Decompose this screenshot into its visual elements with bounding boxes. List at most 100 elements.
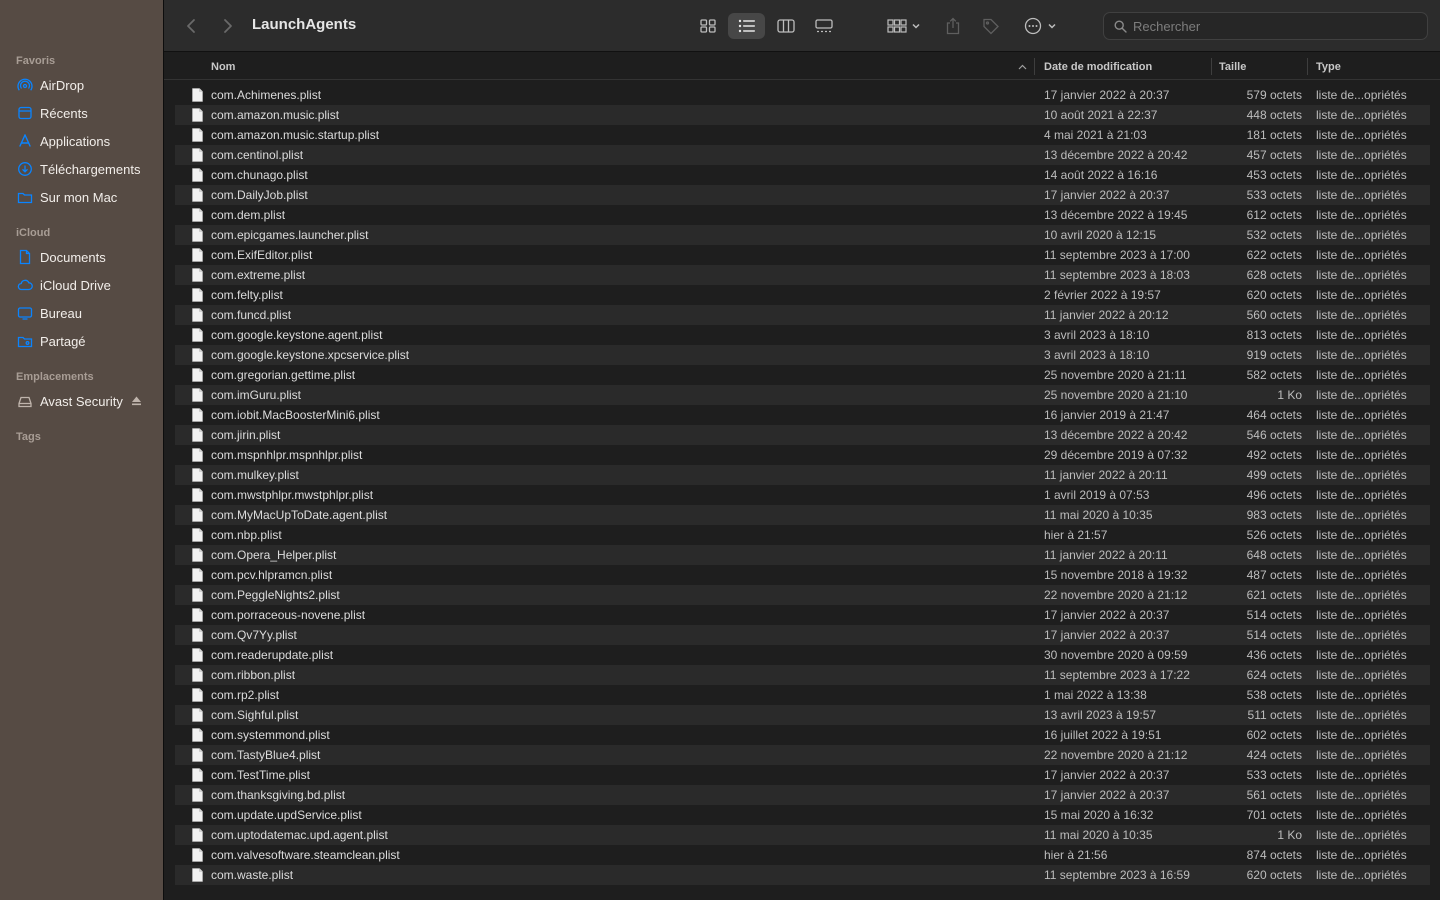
sidebar-item-bureau[interactable]: Bureau bbox=[16, 302, 156, 324]
back-button[interactable] bbox=[181, 13, 201, 39]
file-date: 11 septembre 2023 à 16:59 bbox=[1044, 868, 1190, 882]
forward-button[interactable] bbox=[218, 13, 238, 39]
file-type: liste de...opriétés bbox=[1316, 488, 1407, 502]
sidebar-divider bbox=[163, 0, 164, 900]
file-row[interactable]: com.TastyBlue4.plist 22 novembre 2020 à 2… bbox=[175, 745, 1430, 765]
action-button[interactable] bbox=[1022, 13, 1062, 39]
file-row[interactable]: com.ExifEditor.plist 11 septembre 2023 à … bbox=[175, 245, 1430, 265]
file-row[interactable]: com.google.keystone.xpcservice.plist 3 av… bbox=[175, 345, 1430, 365]
sidebar-item-icloud-drive[interactable]: iCloud Drive bbox=[16, 274, 156, 296]
file-name: com.TastyBlue4.plist bbox=[211, 748, 321, 762]
sort-ascending-icon[interactable] bbox=[1018, 53, 1027, 80]
file-row[interactable]: com.Qv7Yy.plist 17 janvier 2022 à 20:37 51… bbox=[175, 625, 1430, 645]
file-name: com.amazon.music.startup.plist bbox=[211, 128, 380, 142]
applications-icon bbox=[16, 132, 34, 150]
file-name: com.pcv.hlpramcn.plist bbox=[211, 568, 333, 582]
file-row[interactable]: com.jirin.plist 13 décembre 2022 à 20:42 5… bbox=[175, 425, 1430, 445]
list-view-button[interactable] bbox=[728, 13, 765, 39]
window-title: LaunchAgents bbox=[252, 16, 357, 33]
file-row[interactable]: com.waste.plist 11 septembre 2023 à 16:59… bbox=[175, 865, 1430, 885]
file-row[interactable]: com.porraceous-novene.plist 17 janvier 20… bbox=[175, 605, 1430, 625]
search-icon bbox=[1114, 19, 1127, 33]
share-button[interactable] bbox=[941, 13, 965, 39]
file-row[interactable]: com.systemmond.plist 16 juillet 2022 à 19… bbox=[175, 725, 1430, 745]
file-row[interactable]: com.MyMacUpToDate.agent.plist 11 mai 2020… bbox=[175, 505, 1430, 525]
sidebar-item-label: Téléchargements bbox=[40, 161, 141, 177]
file-name: com.update.updService.plist bbox=[211, 808, 362, 822]
airdrop-icon bbox=[16, 76, 34, 94]
file-row[interactable]: com.pcv.hlpramcn.plist 15 novembre 2018 à… bbox=[175, 565, 1430, 585]
group-button[interactable] bbox=[884, 13, 926, 39]
column-date[interactable]: Date de modification bbox=[1044, 53, 1152, 80]
file-row[interactable]: com.centinol.plist 13 décembre 2022 à 20:… bbox=[175, 145, 1430, 165]
sidebar-item-sur-mon-mac[interactable]: Sur mon Mac bbox=[16, 186, 156, 208]
document-icon bbox=[192, 348, 203, 362]
column-separator[interactable] bbox=[1034, 58, 1035, 75]
eject-icon[interactable] bbox=[131, 394, 142, 409]
sidebar-item-downloads[interactable]: Téléchargements bbox=[16, 158, 156, 180]
document-icon bbox=[192, 108, 203, 122]
column-view-button[interactable] bbox=[771, 13, 801, 39]
file-date: 29 décembre 2019 à 07:32 bbox=[1044, 448, 1188, 462]
file-row[interactable]: com.amazon.music.plist 10 août 2021 à 22:… bbox=[175, 105, 1430, 125]
file-row[interactable]: com.update.updService.plist 15 mai 2020 à… bbox=[175, 805, 1430, 825]
file-row[interactable]: com.mulkey.plist 11 janvier 2022 à 20:11 4… bbox=[175, 465, 1430, 485]
document-icon bbox=[192, 868, 203, 882]
column-name[interactable]: Nom bbox=[211, 53, 235, 80]
file-row[interactable]: com.rp2.plist 1 mai 2022 à 13:38 538 octet… bbox=[175, 685, 1430, 705]
file-type: liste de...opriétés bbox=[1316, 708, 1407, 722]
file-row[interactable]: com.PeggleNights2.plist 22 novembre 2020 … bbox=[175, 585, 1430, 605]
file-row[interactable]: com.epicgames.launcher.plist 10 avril 202… bbox=[175, 225, 1430, 245]
file-row[interactable]: com.Sighful.plist 13 avril 2023 à 19:57 51… bbox=[175, 705, 1430, 725]
sidebar-item-applications[interactable]: Applications bbox=[16, 130, 156, 152]
sidebar-section-favoris: Favoris bbox=[16, 55, 56, 67]
file-row[interactable]: com.extreme.plist 11 septembre 2023 à 18:… bbox=[175, 265, 1430, 285]
file-type: liste de...opriétés bbox=[1316, 268, 1407, 282]
file-row[interactable]: com.google.keystone.agent.plist 3 avril 2… bbox=[175, 325, 1430, 345]
cloud-icon bbox=[16, 276, 34, 294]
column-type[interactable]: Type bbox=[1316, 53, 1341, 80]
file-row[interactable]: com.mwstphlpr.mwstphlpr.plist 1 avril 201… bbox=[175, 485, 1430, 505]
file-row[interactable]: com.Opera_Helper.plist 11 janvier 2022 à … bbox=[175, 545, 1430, 565]
sidebar-item-label: Bureau bbox=[40, 305, 82, 321]
file-row[interactable]: com.iobit.MacBoosterMini6.plist 16 janvie… bbox=[175, 405, 1430, 425]
sidebar-item-recents[interactable]: Récents bbox=[16, 102, 156, 124]
file-row[interactable]: com.thanksgiving.bd.plist 17 janvier 2022… bbox=[175, 785, 1430, 805]
file-row[interactable]: com.ribbon.plist 11 septembre 2023 à 17:2… bbox=[175, 665, 1430, 685]
file-row[interactable]: com.gregorian.gettime.plist 25 novembre 2… bbox=[175, 365, 1430, 385]
sidebar-item-avast-security[interactable]: Avast Security bbox=[16, 390, 156, 412]
file-row[interactable]: com.amazon.music.startup.plist 4 mai 2021… bbox=[175, 125, 1430, 145]
file-date: 22 novembre 2020 à 21:12 bbox=[1044, 748, 1188, 762]
column-size[interactable]: Taille bbox=[1219, 53, 1246, 80]
icon-view-button[interactable] bbox=[693, 13, 723, 39]
file-row[interactable]: com.chunago.plist 14 août 2022 à 16:16 453… bbox=[175, 165, 1430, 185]
file-size: 526 octets bbox=[1246, 528, 1302, 542]
grid-icon bbox=[700, 19, 716, 33]
search-input[interactable] bbox=[1133, 18, 1413, 34]
sidebar-item-documents[interactable]: Documents bbox=[16, 246, 156, 268]
file-row[interactable]: com.nbp.plist hier à 21:57 526 octets liste… bbox=[175, 525, 1430, 545]
sidebar-item-airdrop[interactable]: AirDrop bbox=[16, 74, 156, 96]
document-icon bbox=[192, 588, 203, 602]
sidebar-item-partage[interactable]: Partagé bbox=[16, 330, 156, 352]
file-row[interactable]: com.imGuru.plist 25 novembre 2020 à 21:10… bbox=[175, 385, 1430, 405]
file-row[interactable]: com.valvesoftware.steamclean.plist hier à… bbox=[175, 845, 1430, 865]
search-field[interactable] bbox=[1103, 12, 1428, 40]
file-row[interactable]: com.dem.plist 13 décembre 2022 à 19:45 612… bbox=[175, 205, 1430, 225]
file-row[interactable]: com.mspnhlpr.mspnhlpr.plist 29 décembre 2… bbox=[175, 445, 1430, 465]
tag-button[interactable] bbox=[979, 13, 1003, 39]
file-row[interactable]: com.funcd.plist 11 janvier 2022 à 20:12 56… bbox=[175, 305, 1430, 325]
document-icon bbox=[192, 728, 203, 742]
file-size: 533 octets bbox=[1246, 188, 1302, 202]
gallery-view-button[interactable] bbox=[809, 13, 839, 39]
file-row[interactable]: com.uptodatemac.upd.agent.plist 11 mai 20… bbox=[175, 825, 1430, 845]
file-row[interactable]: com.Achimenes.plist 17 janvier 2022 à 20:… bbox=[175, 85, 1430, 105]
document-icon bbox=[192, 788, 203, 802]
column-separator[interactable] bbox=[1307, 58, 1308, 75]
file-row[interactable]: com.DailyJob.plist 17 janvier 2022 à 20:3… bbox=[175, 185, 1430, 205]
file-row[interactable]: com.readerupdate.plist 30 novembre 2020 à… bbox=[175, 645, 1430, 665]
column-separator[interactable] bbox=[1211, 58, 1212, 75]
file-row[interactable]: com.felty.plist 2 février 2022 à 19:57 620… bbox=[175, 285, 1430, 305]
file-row[interactable]: com.TestTime.plist 17 janvier 2022 à 20:3… bbox=[175, 765, 1430, 785]
file-type: liste de...opriétés bbox=[1316, 328, 1407, 342]
